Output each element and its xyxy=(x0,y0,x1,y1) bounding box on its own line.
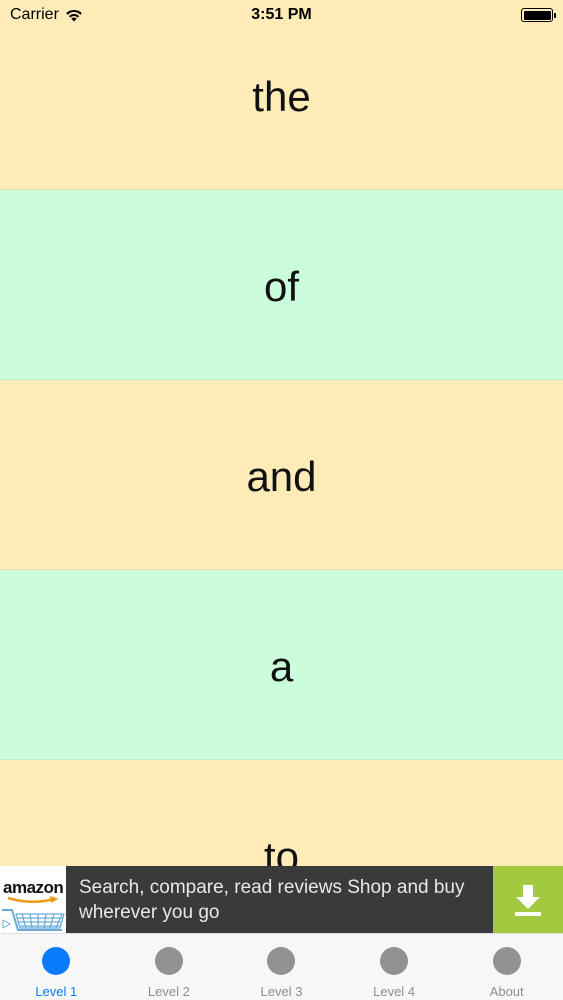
download-button[interactable] xyxy=(493,866,563,933)
tab-level-1[interactable]: Level 1 xyxy=(0,934,113,1000)
word-text: to xyxy=(263,832,300,867)
word-text: a xyxy=(269,642,294,690)
tab-label: Level 1 xyxy=(35,984,78,999)
amazon-logo-text: amazon xyxy=(3,878,64,897)
carrier-label: Carrier xyxy=(10,6,59,23)
amazon-smile-icon xyxy=(7,896,59,903)
word-row-and[interactable]: and xyxy=(0,380,563,570)
status-bar: Carrier 3:51 PM xyxy=(0,0,563,30)
wifi-icon xyxy=(66,9,82,22)
tab-bar: Level 1 Level 2 Level 3 Level 4 About xyxy=(0,933,563,1000)
word-text: of xyxy=(263,262,300,310)
word-row-of[interactable]: of xyxy=(0,190,563,380)
word-text: and xyxy=(246,452,317,500)
status-time: 3:51 PM xyxy=(251,6,312,23)
tab-label: Level 3 xyxy=(260,984,303,999)
tab-label: Level 4 xyxy=(373,984,416,999)
word-row-to[interactable]: to xyxy=(0,760,563,866)
word-list[interactable]: the of and a to xyxy=(0,0,563,866)
tab-circle-icon xyxy=(42,947,71,975)
tab-circle-icon xyxy=(154,947,183,975)
tab-about[interactable]: About xyxy=(450,934,563,1000)
download-icon xyxy=(515,884,541,916)
battery-icon xyxy=(521,8,556,22)
tab-level-3[interactable]: Level 3 xyxy=(225,934,338,1000)
tab-level-4[interactable]: Level 4 xyxy=(338,934,451,1000)
word-text: the xyxy=(252,72,311,120)
cart-icon xyxy=(2,909,65,931)
amazon-logo[interactable]: amazon xyxy=(0,866,66,933)
tab-circle-icon xyxy=(492,947,521,975)
ad-banner[interactable]: amazon Search, compare, read reviews Sho… xyxy=(0,866,563,933)
tab-level-2[interactable]: Level 2 xyxy=(113,934,226,1000)
tab-label: Level 2 xyxy=(147,984,190,999)
tab-label: About xyxy=(489,984,524,999)
tab-circle-icon xyxy=(380,947,409,975)
ad-text[interactable]: Search, compare, read reviews Shop and b… xyxy=(66,866,493,933)
tab-circle-icon xyxy=(267,947,296,975)
word-row-a[interactable]: a xyxy=(0,570,563,760)
